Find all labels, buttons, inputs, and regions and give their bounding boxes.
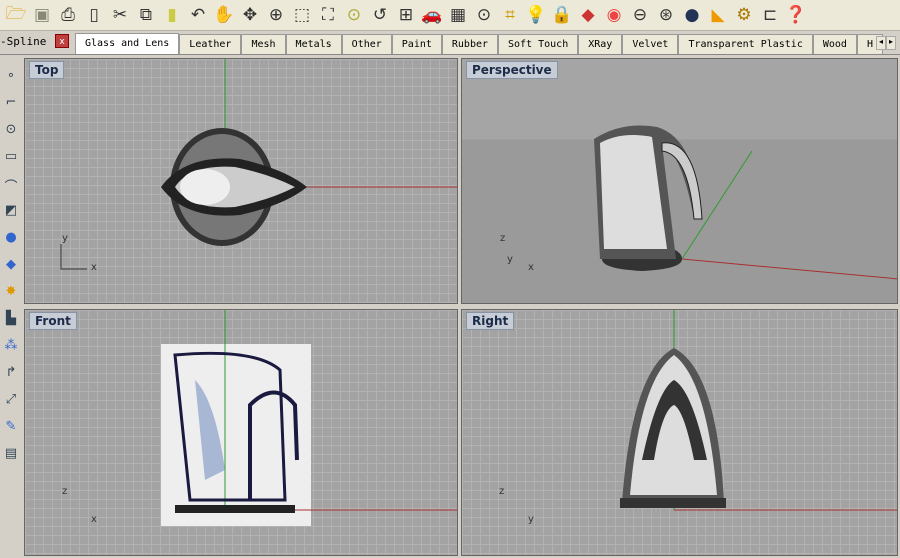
zoom-in-icon[interactable]: ⊕ <box>264 3 288 27</box>
surface-tool-icon[interactable]: ◩ <box>2 203 20 226</box>
tab-leather[interactable]: Leather <box>179 34 242 54</box>
axis-label-x: x <box>91 514 97 525</box>
rectangle-tool-icon[interactable]: ▭ <box>2 149 20 172</box>
document-properties-icon[interactable]: ▯ <box>82 3 106 27</box>
close-icon[interactable]: x <box>55 34 69 48</box>
point-icon[interactable]: ⊙ <box>472 3 496 27</box>
zoom-extents-icon[interactable]: ⛶ <box>316 3 340 27</box>
sphere-mesh-icon[interactable]: ⊛ <box>654 3 678 27</box>
boolean-tool-icon[interactable]: ▙ <box>2 311 20 334</box>
light-bulb-icon[interactable]: 💡 <box>524 3 548 27</box>
array-tool-icon[interactable]: ⁂ <box>2 338 20 361</box>
tab-scroll-right-icon[interactable]: ▸ <box>886 36 896 50</box>
tab-scroll-left-icon[interactable]: ◂ <box>876 36 886 50</box>
viewport-right[interactable]: Right z y <box>461 309 898 556</box>
tab-soft-touch[interactable]: Soft Touch <box>498 34 579 54</box>
viewport-label-right: Right <box>466 312 515 330</box>
fillet-tool-icon[interactable]: ↱ <box>2 365 20 388</box>
viewport-perspective[interactable]: Perspective z y x <box>461 58 898 304</box>
tab-wood[interactable]: Wood <box>812 34 857 54</box>
material-tabbar: -Spline x Glass and Lens Leather Mesh Me… <box>0 31 900 55</box>
viewport-top[interactable]: Top y x <box>24 58 458 304</box>
zoom-selected-icon[interactable]: ⊙ <box>342 3 366 27</box>
explode-tool-icon[interactable]: ✸ <box>2 284 20 307</box>
tab-velvet[interactable]: Velvet <box>622 34 679 54</box>
curve-tool-icon[interactable]: ⌒ <box>2 176 20 199</box>
osnap-icon[interactable]: ⌗ <box>498 3 522 27</box>
cut-icon[interactable]: ✂ <box>108 3 132 27</box>
solid-tool-icon[interactable]: ● <box>2 230 20 253</box>
help-icon[interactable]: ❓ <box>784 3 808 27</box>
open-folder-icon[interactable]: 🗁 <box>4 3 28 27</box>
tab-rubber[interactable]: Rubber <box>441 34 499 54</box>
print-icon[interactable]: ⎙ <box>56 3 80 27</box>
mesh-tool-icon[interactable]: ◆ <box>2 257 20 280</box>
undo-view-icon[interactable]: ↺ <box>368 3 392 27</box>
hierarchy-icon[interactable]: ⊏ <box>758 3 782 27</box>
circle-tool-icon[interactable]: ⊙ <box>2 122 20 145</box>
pan-hand-icon[interactable]: ✋ <box>212 3 236 27</box>
layers-icon[interactable]: ◆ <box>576 3 600 27</box>
paste-icon[interactable]: ▮ <box>160 3 184 27</box>
spline-label: -Spline <box>0 35 47 48</box>
axis-label-y: y <box>507 254 513 265</box>
axis-label-x: x <box>528 262 534 273</box>
grid-snap-icon[interactable]: ▦ <box>446 3 470 27</box>
axis-label-z: z <box>500 233 506 244</box>
tab-glass-and-lens[interactable]: Glass and Lens <box>75 33 180 54</box>
axis-label-y: y <box>528 514 534 525</box>
sphere-wireframe-icon[interactable]: ⊖ <box>628 3 652 27</box>
viewport-front[interactable]: Front z x <box>24 309 458 556</box>
polyline-tool-icon[interactable]: ⌐ <box>2 95 20 118</box>
settings-gear-icon[interactable]: ⚙ <box>732 3 756 27</box>
tab-other[interactable]: Other <box>341 34 392 54</box>
viewport-label-perspective: Perspective <box>466 61 558 79</box>
tab-paint[interactable]: Paint <box>391 34 442 54</box>
lock-icon[interactable]: 🔒 <box>550 3 574 27</box>
tab-xray[interactable]: XRay <box>578 34 623 54</box>
front-view-model <box>161 310 457 526</box>
viewport-label-front: Front <box>29 312 77 330</box>
axis-label-z: z <box>499 486 505 497</box>
zoom-window-icon[interactable]: ⬚ <box>290 3 314 27</box>
four-viewports-icon[interactable]: ⊞ <box>394 3 418 27</box>
axis-label-z: z <box>62 486 68 497</box>
copy-icon[interactable]: ⧉ <box>134 3 158 27</box>
axis-triad <box>60 244 87 270</box>
point-tool-icon[interactable]: ∘ <box>2 68 20 91</box>
tab-transparent-plastic[interactable]: Transparent Plastic <box>678 34 813 54</box>
rotate-view-icon[interactable]: ✥ <box>238 3 262 27</box>
car-render-icon[interactable]: 🚗 <box>420 3 444 27</box>
render-cone-icon[interactable]: ◣ <box>706 3 730 27</box>
render-sphere-icon[interactable]: ● <box>680 3 704 27</box>
main-toolbar: 🗁 ▣ ⎙ ▯ ✂ ⧉ ▮ ↶ ✋ ✥ ⊕ ⬚ ⛶ ⊙ ↺ ⊞ 🚗 ▦ ⊙ ⌗ … <box>0 0 900 31</box>
transform-tool-icon[interactable]: ⤢ <box>2 392 20 415</box>
undo-icon[interactable]: ↶ <box>186 3 210 27</box>
analyze-tool-icon[interactable]: ▤ <box>2 446 20 469</box>
tab-metals[interactable]: Metals <box>285 34 342 54</box>
color-wheel-icon[interactable]: ◉ <box>602 3 626 27</box>
save-icon[interactable]: ▣ <box>30 3 54 27</box>
left-toolbar: ∘ ⌐ ⊙ ▭ ⌒ ◩ ● ◆ ✸ ▙ ⁂ ↱ ⤢ ✎ ▤ <box>0 56 22 558</box>
dimension-tool-icon[interactable]: ✎ <box>2 419 20 442</box>
tab-mesh[interactable]: Mesh <box>241 34 286 54</box>
